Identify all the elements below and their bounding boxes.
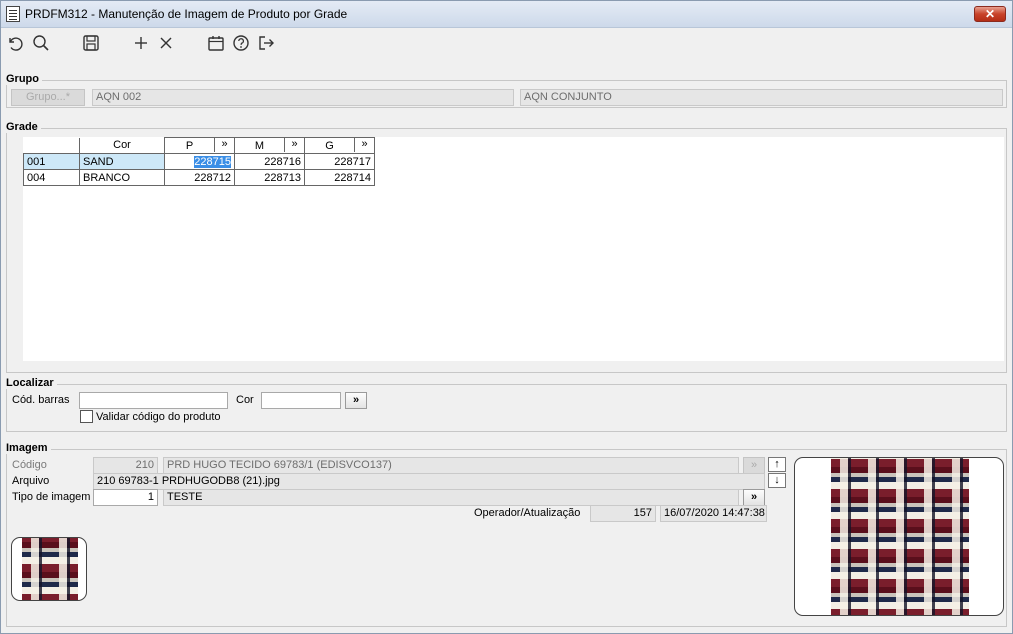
grade-header-g-label: G	[325, 139, 334, 152]
grupo-legend: Grupo	[6, 73, 42, 85]
row-m-cell[interactable]: 228716	[234, 153, 305, 170]
grupo-code-field[interactable]: AQN 002	[92, 89, 514, 106]
tipo-lookup-button[interactable]: »	[743, 489, 765, 506]
fabric-preview-image	[831, 458, 969, 615]
grade-header-g[interactable]: G»	[304, 137, 375, 154]
grade-header-p-label: P	[185, 139, 194, 152]
row-code[interactable]: 004	[23, 169, 80, 186]
grade-grid[interactable]: Cor P» M» G» 001 SAND 228715 228716 2287…	[23, 137, 1004, 361]
move-up-button[interactable]: ↑	[768, 457, 786, 472]
grade-expand-g-button[interactable]: »	[354, 138, 374, 152]
title-bar: PRDFM312 - Manutenção de Imagem de Produ…	[1, 1, 1012, 28]
localizar-search-button[interactable]: »	[345, 392, 367, 409]
move-down-button[interactable]: ↓	[768, 473, 786, 488]
row-code[interactable]: 001	[23, 153, 80, 170]
operador-field[interactable]: 157	[590, 505, 656, 522]
arquivo-field[interactable]: 210 69783-1 PRDHUGODB8 (21).jpg	[93, 473, 765, 490]
save-icon[interactable]	[81, 33, 101, 53]
cor-input[interactable]	[261, 392, 341, 409]
barcode-label: Cód. barras	[12, 394, 70, 406]
exit-icon[interactable]	[256, 33, 276, 53]
toolbar	[1, 29, 1012, 59]
app-document-icon	[6, 6, 20, 22]
row-g-cell[interactable]: 228714	[304, 169, 375, 186]
row-p-value: 228715	[194, 155, 231, 168]
help-icon[interactable]	[231, 33, 251, 53]
image-thumbnail[interactable]	[11, 537, 87, 601]
localizar-legend: Localizar	[6, 377, 57, 389]
cor-label: Cor	[236, 394, 254, 406]
validate-checkbox[interactable]	[80, 410, 93, 423]
window-title: PRDFM312 - Manutenção de Imagem de Produ…	[25, 7, 348, 21]
image-preview	[794, 457, 1004, 616]
codigo-lookup-button[interactable]: »	[743, 457, 765, 474]
tipo-field[interactable]: 1	[93, 489, 158, 506]
grade-header-m-label: M	[254, 139, 265, 152]
grade-header-cor: Cor	[79, 137, 165, 154]
grade-table: Cor P» M» G» 001 SAND 228715 228716 2287…	[23, 137, 375, 186]
delete-icon[interactable]	[156, 33, 176, 53]
atualizacao-field[interactable]: 16/07/2020 14:47:38	[660, 505, 767, 522]
codigo-label: Código	[12, 459, 47, 471]
barcode-input[interactable]	[79, 392, 228, 409]
tipo-label: Tipo de imagem	[12, 491, 91, 503]
fabric-thumbnail-image	[22, 538, 78, 600]
row-m-cell[interactable]: 228713	[234, 169, 305, 186]
grade-header-row: Cor P» M» G»	[23, 137, 375, 154]
main-window: PRDFM312 - Manutenção de Imagem de Produ…	[0, 0, 1013, 634]
row-g-cell[interactable]: 228717	[304, 153, 375, 170]
calendar-icon[interactable]	[206, 33, 226, 53]
row-cor[interactable]: BRANCO	[79, 169, 165, 186]
codigo-description-field[interactable]: PRD HUGO TECIDO 69783/1 (EDISVCO137)	[163, 457, 739, 474]
grade-expand-p-button[interactable]: »	[214, 138, 234, 152]
grade-header-code	[23, 137, 80, 154]
close-button[interactable]: ✕	[974, 6, 1006, 22]
tipo-description-field[interactable]: TESTE	[163, 489, 739, 506]
table-row[interactable]: 004 BRANCO 228712 228713 228714	[23, 169, 375, 186]
imagem-legend: Imagem	[6, 442, 51, 454]
add-icon[interactable]	[131, 33, 151, 53]
grupo-description-field[interactable]: AQN CONJUNTO	[520, 89, 1003, 106]
grade-header-p[interactable]: P»	[164, 137, 235, 154]
arquivo-label: Arquivo	[12, 475, 50, 487]
grade-expand-m-button[interactable]: »	[284, 138, 304, 152]
row-p-cell[interactable]: 228715	[164, 153, 235, 170]
operador-label: Operador/Atualização	[474, 507, 581, 519]
row-p-cell[interactable]: 228712	[164, 169, 235, 186]
codigo-field[interactable]: 210	[93, 457, 158, 474]
grade-header-m[interactable]: M»	[234, 137, 305, 154]
grade-legend: Grade	[6, 121, 41, 133]
table-row[interactable]: 001 SAND 228715 228716 228717	[23, 153, 375, 170]
search-icon[interactable]	[31, 33, 51, 53]
undo-icon[interactable]	[5, 33, 25, 53]
row-cor[interactable]: SAND	[79, 153, 165, 170]
validate-label: Validar código do produto	[96, 411, 221, 423]
grupo-button[interactable]: Grupo...*	[11, 89, 85, 106]
